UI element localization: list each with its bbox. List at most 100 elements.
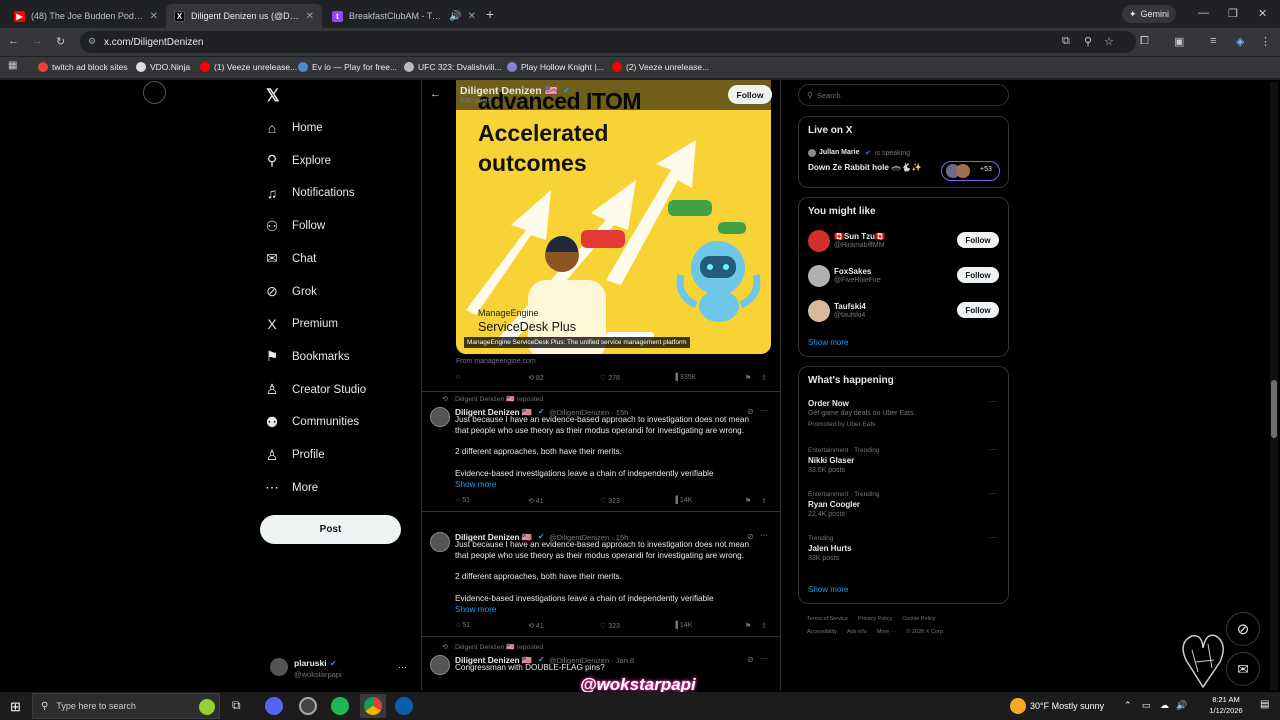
discord-icon[interactable]	[265, 697, 283, 715]
x-logo-icon[interactable]: 𝕏	[266, 86, 280, 106]
nav-item-premium[interactable]: X Premium	[264, 312, 338, 336]
tweet-more-icon[interactable]: ···	[760, 406, 768, 415]
bookmark-item[interactable]: (1) Veeze unrelease...	[200, 62, 297, 72]
search-box[interactable]: ⚲ Search	[798, 84, 1009, 106]
share-icon[interactable]: ⇪	[761, 497, 767, 505]
apps-icon[interactable]: ▦	[8, 60, 17, 71]
task-view-icon[interactable]: ⧉	[232, 698, 241, 713]
bookmark-item[interactable]: Play Hollow Knight |...	[507, 62, 604, 72]
spotify-icon[interactable]	[331, 697, 349, 715]
avatar[interactable]	[270, 658, 288, 676]
show-more-link[interactable]: Show more	[455, 605, 496, 616]
retweet-button[interactable]: ⟲ 82	[528, 374, 544, 383]
address-bar[interactable]: ⚙ x.com/DiligentDenizen	[80, 31, 1136, 53]
retweet-button[interactable]: ⟲ 41	[528, 622, 544, 631]
forward-icon[interactable]: →	[32, 35, 43, 47]
nav-item-home[interactable]: ⌂ Home	[264, 116, 323, 140]
audio-icon[interactable]: 🔊	[449, 11, 461, 22]
reply-button[interactable]: ○ 51	[456, 497, 470, 504]
nav-item-profile[interactable]: ♙ Profile	[264, 443, 325, 467]
trend-name[interactable]: Jalen Hurts	[808, 544, 852, 553]
footer-link[interactable]: Ads info	[847, 629, 867, 635]
avatar[interactable]	[430, 655, 450, 675]
minimize-icon[interactable]: —	[1198, 7, 1209, 19]
site-info-icon[interactable]: ⚙	[88, 36, 96, 47]
tweet-more-icon[interactable]: ···	[760, 654, 768, 663]
bookmark-item[interactable]: Ev io — Play for free...	[298, 62, 397, 72]
trend-name[interactable]: Ryan Coogler	[808, 500, 860, 509]
sidepanel-icon[interactable]: ▣	[1174, 35, 1184, 48]
nav-item-notifications[interactable]: ♫ Notifications	[264, 181, 355, 205]
grok-icon[interactable]: ⊘	[1226, 612, 1260, 646]
ad-image[interactable]: advanced ITOM Accelerated outcomes Manag…	[456, 80, 771, 354]
views-button[interactable]: ▐ 14K	[673, 497, 692, 504]
avatar[interactable]	[808, 300, 830, 322]
menu-icon[interactable]: ⋮	[1260, 35, 1271, 48]
reload-icon[interactable]: ↻	[56, 35, 65, 48]
listeners-pill[interactable]: +53	[941, 161, 1000, 181]
views-button[interactable]: ▐ 14K	[673, 622, 692, 629]
nav-item-grok[interactable]: ⊘ Grok	[264, 280, 317, 304]
nav-item-more[interactable]: ⋯ More	[264, 476, 318, 500]
follow-button[interactable]: Follow	[957, 267, 999, 283]
bookmark-item[interactable]: (2) Veeze unrelease...	[612, 62, 709, 72]
follow-button[interactable]: Follow	[728, 85, 772, 104]
scrollbar-thumb[interactable]	[1271, 380, 1277, 438]
trend-more-icon[interactable]: ···	[989, 445, 997, 454]
like-button[interactable]: ♡ 323	[600, 497, 620, 506]
tab-diligent-denizen[interactable]: X Diligent Denizen us (@Diligent... ✕	[166, 4, 322, 28]
trends-show-more[interactable]: Show more	[808, 585, 848, 594]
app-icon[interactable]	[395, 697, 413, 715]
windows-start-icon[interactable]: ⊞	[10, 699, 21, 715]
install-app-icon[interactable]: ⧉	[1062, 35, 1070, 48]
nav-item-bookmarks[interactable]: ⚑ Bookmarks	[264, 345, 350, 369]
cloud-icon[interactable]: ☁	[1160, 700, 1169, 711]
messages-icon[interactable]: ✉	[1226, 652, 1260, 686]
tab-joe-budden[interactable]: ▶ (48) The Joe Budden Podcast E... ✕	[6, 4, 166, 28]
bookmark-icon[interactable]: ⚑	[745, 622, 751, 630]
obs-icon[interactable]	[299, 697, 317, 715]
bookmark-item[interactable]: twitch ad block sites	[38, 62, 128, 72]
close-tab-icon[interactable]: ✕	[150, 11, 158, 22]
like-button[interactable]: ♡ 323	[600, 622, 620, 631]
bookmark-item[interactable]: VDO.Ninja	[136, 62, 190, 72]
media-icon[interactable]: ≡	[1210, 35, 1216, 47]
share-icon[interactable]: ⇪	[761, 374, 767, 382]
follow-button[interactable]: Follow	[957, 302, 999, 318]
profile-icon[interactable]: ◈	[1236, 35, 1244, 48]
footer-link[interactable]: Accessibility	[807, 629, 837, 635]
show-more-link[interactable]: Show more	[455, 480, 496, 491]
avatar[interactable]	[808, 230, 830, 252]
live-space-title[interactable]: Down Ze Rabbit hole 🕳️🐇✨	[808, 163, 922, 173]
nav-item-follow[interactable]: ⚇ Follow	[264, 214, 326, 238]
nav-item-chat[interactable]: ✉ Chat	[264, 247, 316, 271]
wtf-user-name[interactable]: FoxSakes	[834, 267, 871, 276]
footer-link[interactable]: Privacy Policy	[858, 616, 892, 622]
nav-item-explore[interactable]: ⚲ Explore	[264, 149, 331, 173]
notifications-icon[interactable]: ▤	[1260, 699, 1269, 710]
close-tab-icon[interactable]: ✕	[468, 11, 476, 22]
chrome-taskbar-button[interactable]	[360, 694, 386, 718]
wtf-user-name[interactable]: Taufski4	[834, 302, 866, 311]
trend-more-icon[interactable]: ···	[989, 533, 997, 542]
reply-icon[interactable]: ○	[456, 374, 460, 381]
footer-link[interactable]: More ···	[877, 629, 897, 635]
tab-breakfast-club[interactable]: t BreakfastClubAM - Twitch 🔊 ✕	[324, 4, 484, 28]
trend-more-icon[interactable]: ···	[989, 397, 997, 406]
close-tab-icon[interactable]: ✕	[306, 11, 314, 22]
zoom-icon[interactable]: ⚲	[1084, 35, 1092, 48]
taskbar-search[interactable]: ⚲ Type here to search	[32, 693, 220, 719]
bookmark-icon[interactable]: ⚑	[745, 374, 751, 382]
wtf-show-more[interactable]: Show more	[808, 338, 848, 347]
bookmark-icon[interactable]: ⚑	[745, 497, 751, 505]
grok-explain-icon[interactable]: ⊘	[747, 655, 754, 664]
network-icon[interactable]: ▭	[1142, 700, 1151, 711]
new-tab-icon[interactable]: +	[486, 6, 494, 22]
avatar[interactable]	[430, 532, 450, 552]
weather-text[interactable]: 30°F Mostly sunny	[1030, 701, 1104, 711]
share-icon[interactable]: ⇪	[761, 622, 767, 630]
avatar[interactable]	[808, 265, 830, 287]
close-window-icon[interactable]: ✕	[1258, 7, 1267, 20]
volume-icon[interactable]: 🔊	[1176, 700, 1187, 711]
trend-name[interactable]: Order Now	[808, 399, 849, 408]
